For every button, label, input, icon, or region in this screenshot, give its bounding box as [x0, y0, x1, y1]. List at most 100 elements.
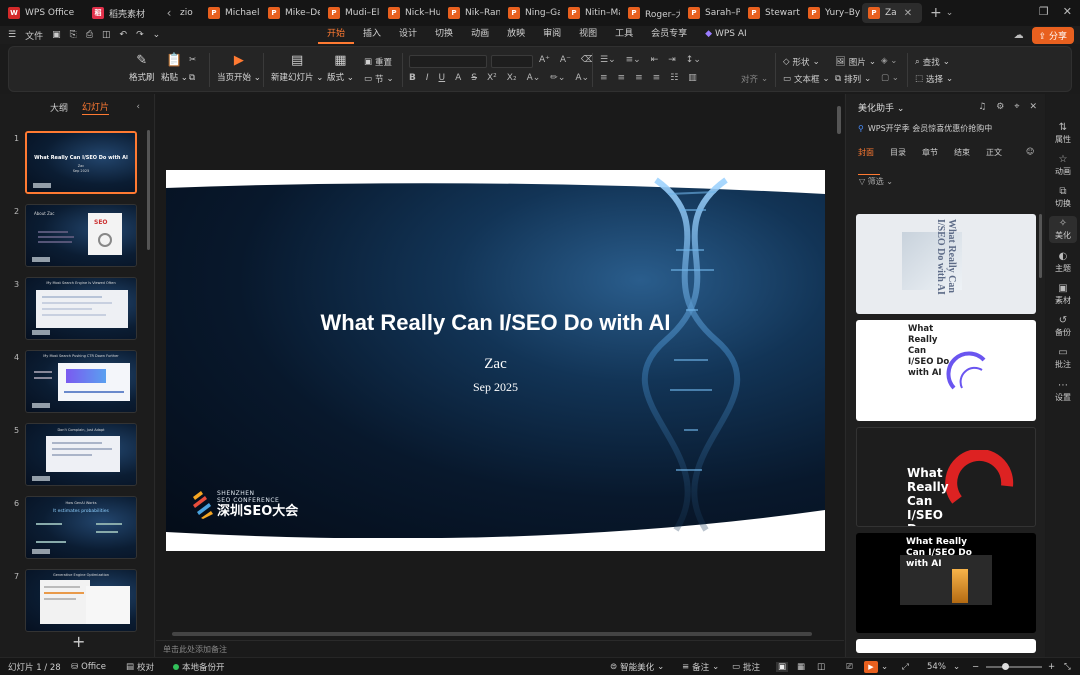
- play-slideshow-button[interactable]: ▶ ⌄: [864, 660, 888, 673]
- preview-icon[interactable]: ◫: [102, 30, 111, 40]
- copy-icon[interactable]: ⧉: [189, 73, 195, 83]
- columns-icon[interactable]: ▥: [688, 73, 697, 83]
- slide-author[interactable]: Zac: [166, 356, 825, 373]
- notes-toggle[interactable]: ≡ 备注 ⌄: [682, 661, 719, 673]
- slide-thumbnail-3[interactable]: My Most Search Engine Is Viewed Often: [25, 277, 137, 340]
- rail-properties[interactable]: ⇅ 属性: [1049, 122, 1077, 145]
- slide-title[interactable]: What Really Can I/SEO Do with AI: [166, 310, 825, 336]
- tab-review[interactable]: 审阅: [534, 26, 570, 44]
- close-tab-icon[interactable]: ✕: [904, 8, 912, 19]
- tab-ending[interactable]: 结束: [954, 147, 986, 158]
- slide-sorter-view-icon[interactable]: ▦: [797, 662, 805, 672]
- file-menu[interactable]: 文件: [25, 29, 43, 42]
- close-window-icon[interactable]: ✕: [1063, 5, 1072, 18]
- headset-icon[interactable]: ♫: [978, 102, 986, 112]
- rail-backup[interactable]: ↺ 备份: [1049, 315, 1077, 338]
- settings-icon[interactable]: ⚙: [996, 102, 1004, 112]
- normal-view-icon[interactable]: ▣: [776, 661, 789, 672]
- outline-color-icon[interactable]: ▢ ⌄: [881, 73, 899, 83]
- rail-settings[interactable]: ⋯ 设置: [1049, 380, 1077, 403]
- export-icon[interactable]: ⎘: [70, 30, 77, 40]
- textbox-button[interactable]: ▭ 文本框 ⌄: [783, 73, 830, 85]
- collapse-pane-icon[interactable]: ‹: [136, 102, 140, 112]
- zoom-slider-handle[interactable]: [1002, 663, 1009, 670]
- find-button[interactable]: ⌕ 查找 ⌄: [915, 56, 950, 68]
- tab-chapter[interactable]: 章节: [922, 147, 954, 158]
- numbering-icon[interactable]: ≡⌄: [626, 55, 641, 65]
- arrange-button[interactable]: ⧉ 排列 ⌄: [835, 73, 871, 85]
- highlight-icon[interactable]: ✏⌄: [550, 73, 565, 83]
- quick-access-chevron-icon[interactable]: ⌄: [153, 30, 161, 40]
- share-button[interactable]: ⇪ 分享: [1031, 26, 1074, 44]
- rail-transition[interactable]: ⧉ 切换: [1049, 186, 1077, 209]
- subscript-icon[interactable]: X₂: [507, 73, 517, 83]
- notes-field[interactable]: 单击此处添加备注: [156, 640, 844, 657]
- picture-button[interactable]: 🖼 图片 ⌄: [835, 56, 876, 68]
- cut-icon[interactable]: ✂: [189, 55, 196, 65]
- tab-home[interactable]: 开始: [318, 26, 355, 44]
- rail-animation[interactable]: ☆ 动画: [1049, 154, 1077, 177]
- tab-doc-stewart[interactable]: P Stewart–: [742, 3, 800, 23]
- tab-outline[interactable]: 大纲: [50, 101, 68, 114]
- user-icon[interactable]: ☺: [1026, 147, 1034, 158]
- align-left-icon[interactable]: ≡: [600, 73, 608, 83]
- backup-status[interactable]: 本地备份开: [173, 661, 225, 673]
- tab-slides[interactable]: 幻灯片: [82, 100, 110, 115]
- line-spacing-icon[interactable]: ↕⌄: [686, 55, 701, 65]
- new-slide-button[interactable]: ▤ 新建幻灯片 ⌄: [271, 53, 323, 83]
- zoom-out-icon[interactable]: −: [972, 662, 979, 672]
- tab-doc-zio[interactable]: zio: [178, 3, 200, 23]
- tab-toc[interactable]: 目录: [890, 147, 922, 158]
- play-from-current-button[interactable]: ▶ 当页开始 ⌄: [217, 53, 261, 83]
- slide-thumbnail-6[interactable]: How GenAI Works It estimates probabiliti…: [25, 496, 137, 559]
- text-effect-icon[interactable]: A⌄: [575, 73, 589, 83]
- tab-design[interactable]: 设计: [390, 26, 426, 44]
- underline-icon[interactable]: U: [439, 73, 446, 83]
- cloud-sync-icon[interactable]: ☁: [1014, 30, 1024, 41]
- align-button[interactable]: 对齐 ⌄: [741, 73, 768, 85]
- promo-banner[interactable]: ⚲ WPS开学季 会员惊喜优惠价抢购中: [846, 120, 1045, 136]
- proofing-button[interactable]: ▤ 校对: [126, 661, 154, 673]
- save-icon[interactable]: ▣: [52, 30, 61, 40]
- fit-window-icon[interactable]: ⤢: [902, 662, 909, 672]
- print-icon[interactable]: ⎙: [86, 30, 93, 40]
- theme-name[interactable]: ⛁ Office: [71, 662, 106, 672]
- hamburger-menu-icon[interactable]: ☰: [8, 30, 16, 40]
- restore-window-icon[interactable]: ❐: [1039, 5, 1049, 18]
- align-center-icon[interactable]: ≡: [618, 73, 626, 83]
- increase-font-icon[interactable]: A⁺: [539, 55, 550, 65]
- tab-member[interactable]: 会员专享: [642, 26, 696, 44]
- panel-scrollbar[interactable]: [1039, 214, 1042, 278]
- tab-insert[interactable]: 插入: [354, 26, 390, 44]
- layout-button[interactable]: ▦ 版式 ⌄: [327, 53, 354, 83]
- font-size-select[interactable]: [491, 55, 533, 68]
- template-card-5[interactable]: [856, 639, 1036, 653]
- tab-list-chevron-icon[interactable]: ⌄: [946, 8, 954, 18]
- tab-scroll-left-icon[interactable]: ‹: [162, 6, 176, 20]
- fill-color-icon[interactable]: ◈ ⌄: [881, 56, 897, 66]
- justify-icon[interactable]: ≡: [653, 73, 661, 83]
- tab-slideshow[interactable]: 放映: [498, 26, 534, 44]
- distribute-icon[interactable]: ☷: [670, 73, 678, 83]
- slide-date[interactable]: Sep 2025: [166, 380, 825, 395]
- shape-button[interactable]: ◇ 形状 ⌄: [783, 56, 820, 68]
- reset-button[interactable]: ▣ 重置: [364, 56, 392, 68]
- shadow-icon[interactable]: A: [455, 73, 461, 83]
- indent-decrease-icon[interactable]: ⇤: [651, 55, 659, 65]
- rail-theme[interactable]: ◐ 主题: [1049, 251, 1077, 274]
- align-right-icon[interactable]: ≡: [635, 73, 643, 83]
- rail-comments[interactable]: ▭ 批注: [1049, 347, 1077, 370]
- close-panel-icon[interactable]: ✕: [1029, 102, 1037, 112]
- zoom-dropdown-icon[interactable]: ⌄: [953, 662, 960, 672]
- tab-doc-michael[interactable]: P Michael–: [202, 3, 260, 23]
- tab-doc-mudi[interactable]: P Mudi–Elo: [322, 3, 380, 23]
- strikethrough-icon[interactable]: S: [471, 73, 477, 83]
- tab-doc-nick[interactable]: P Nick–Hu: [382, 3, 440, 23]
- slide-thumbnail-2[interactable]: About Zac SEO: [25, 204, 137, 267]
- redo-icon[interactable]: ↷: [136, 30, 144, 40]
- tab-cover[interactable]: 封面: [858, 147, 890, 158]
- font-color-icon[interactable]: A⌄: [527, 73, 541, 83]
- tab-doc-mike[interactable]: P Mike–Dec: [262, 3, 320, 23]
- undo-icon[interactable]: ↶: [120, 30, 128, 40]
- template-card-3[interactable]: What Really Can I/SEO Do with: [856, 427, 1036, 527]
